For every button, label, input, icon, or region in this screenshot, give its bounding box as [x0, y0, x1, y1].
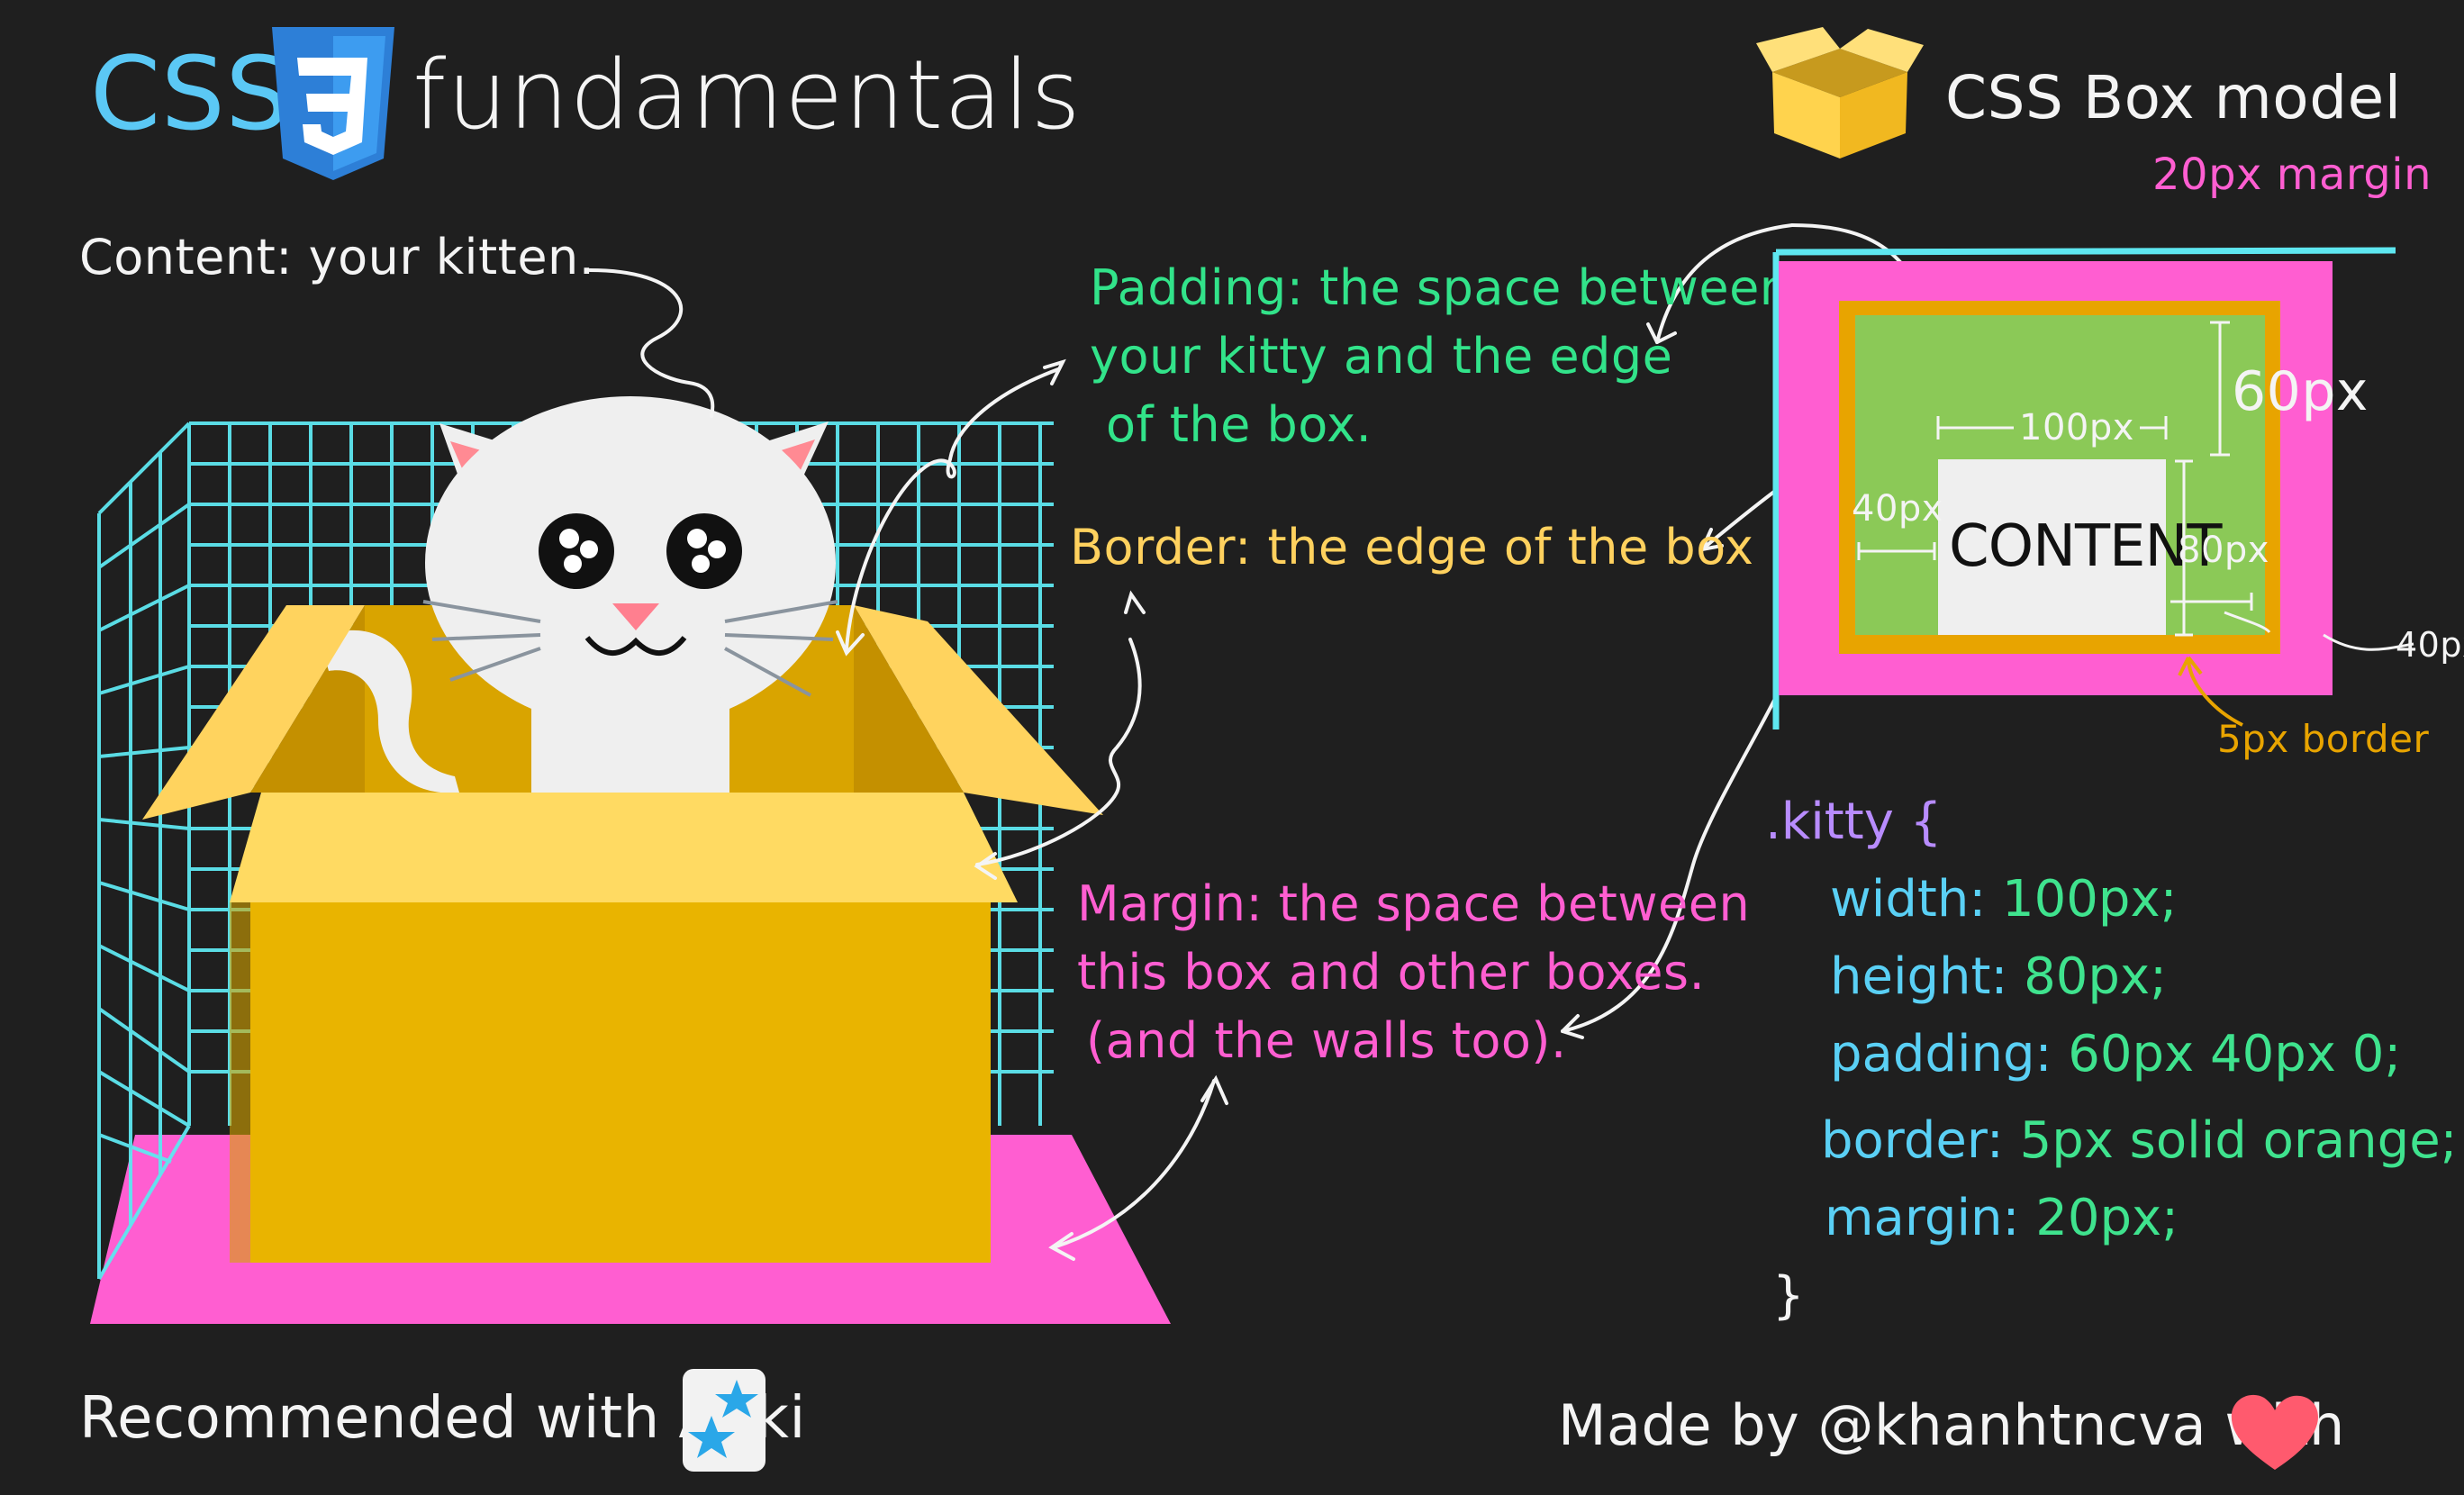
margin-note-line-1: Margin: the space between — [1077, 875, 1751, 932]
border-label: 5px border — [2217, 717, 2430, 761]
made-by-text: Made by @khanhtncva with — [1558, 1392, 2345, 1458]
code-prop: margin — [1825, 1189, 2003, 1247]
padding-note-line-2: your kitty and the edge — [1090, 328, 1673, 385]
anki-icon — [683, 1369, 765, 1472]
code-prop: border — [1821, 1111, 1987, 1170]
code-line-border: border: 5px solid orange; — [1821, 1111, 2458, 1170]
code-value: 80px; — [2024, 947, 2167, 1006]
margin-note: Margin: the space between this box and o… — [1077, 870, 1750, 1075]
css-code-block: .kitty { width: 100px; height: 80px; pad… — [1765, 784, 2458, 1335]
padding-top-label: 60px — [2232, 360, 2369, 423]
code-selector: .kitty { — [1765, 793, 1943, 851]
padding-left-label: 40px — [1852, 488, 1943, 530]
height-label: 80px — [2178, 530, 2269, 571]
code-line-height: height: 80px; — [1830, 947, 2167, 1006]
margin-note-line-2: this box and other boxes. — [1077, 944, 1706, 1001]
padding-note: Padding: the space between your kitty an… — [1090, 254, 1791, 459]
code-value: 100px; — [2002, 870, 2178, 929]
code-line-width: width: 100px; — [1830, 870, 2178, 929]
code-prop: height — [1830, 947, 1991, 1006]
padding-note-line-3: of the box. — [1106, 396, 1372, 453]
code-prop: width — [1830, 870, 1970, 929]
code-line-padding: padding: 60px 40px 0; — [1830, 1025, 2402, 1083]
margin-label: 20px margin — [2152, 150, 2432, 200]
border-note: Border: the edge of the box — [1070, 519, 1754, 575]
width-label: 100px — [2014, 407, 2140, 448]
padding-note-line-1: Padding: the space between — [1090, 259, 1791, 316]
code-value: 20px; — [2035, 1189, 2179, 1247]
margin-note-line-3: (and the walls too). — [1086, 1012, 1567, 1069]
code-prop: padding — [1830, 1025, 2035, 1083]
code-value: 5px solid orange; — [2019, 1111, 2458, 1170]
padding-right-label: 40px — [2396, 625, 2464, 665]
code-close-brace: } — [1772, 1266, 1805, 1325]
code-value: 60px 40px 0; — [2068, 1025, 2402, 1083]
heart-icon — [2231, 1394, 2318, 1470]
code-line-margin: margin: 20px; — [1825, 1189, 2179, 1247]
